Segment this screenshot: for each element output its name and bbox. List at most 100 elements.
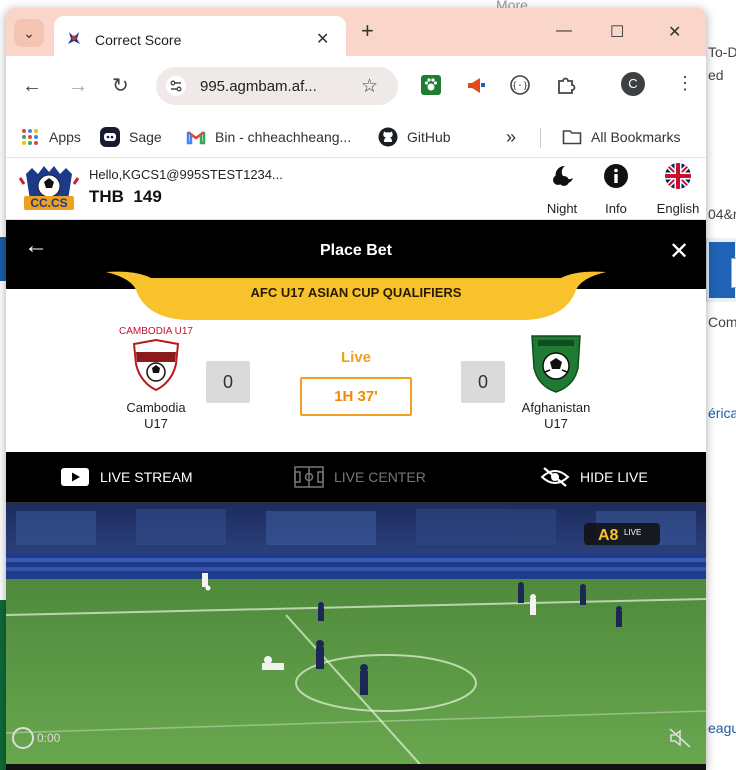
mute-speaker-icon[interactable] [668, 727, 692, 749]
live-center-button[interactable]: LIVE CENTER [294, 466, 426, 488]
all-bookmarks-button[interactable]: All Bookmarks [562, 126, 680, 148]
correct-score-favicon-icon [68, 32, 80, 44]
folder-icon [562, 130, 582, 145]
maximize-icon[interactable]: ☐ [610, 22, 624, 42]
tab-close-icon[interactable]: ✕ [316, 29, 329, 49]
language-button[interactable]: English [648, 162, 706, 216]
broadcast-watermark: A8 [598, 527, 619, 544]
broadcast-watermark-live: LIVE [624, 528, 641, 537]
browser-menu-icon[interactable]: ⋮ [676, 74, 694, 92]
bookmark-gmail[interactable]: Bin - chheachheang... [186, 126, 351, 148]
browser-toolbar: ← → ↻ 995.agmbam.af... ☆ {·} C ⋮ [6, 56, 706, 116]
bookmark-github[interactable]: GitHub [378, 126, 451, 148]
back-arrow-icon[interactable]: ← [22, 76, 42, 96]
bookmark-sage[interactable]: Sage [100, 126, 162, 148]
tab-search-dropdown[interactable]: ⌄ [14, 19, 44, 47]
profile-avatar[interactable]: C [621, 72, 645, 96]
devtools-extension-icon[interactable]: {·} [509, 74, 531, 96]
close-icon[interactable]: ✕ [669, 240, 689, 264]
svg-text:CC.CS: CC.CS [30, 196, 67, 210]
bookmark-label: Sage [129, 129, 162, 145]
live-options-bar: LIVE STREAM LIVE CENTER HIDE LIVE [6, 452, 706, 502]
apps-grid-icon [22, 129, 38, 145]
away-name-line2: U17 [544, 416, 568, 431]
close-window-icon[interactable]: ✕ [668, 22, 681, 42]
background-text-2: ed [708, 67, 724, 83]
cccs-logo[interactable]: CC.CS [18, 164, 80, 216]
hide-live-button[interactable]: HIDE LIVE [540, 466, 648, 488]
live-stream-button[interactable]: LIVE STREAM [60, 466, 193, 488]
video-time: 0:00 [37, 731, 61, 745]
github-icon [378, 127, 398, 147]
away-score: 0 [461, 361, 505, 403]
user-greeting: Hello,KGCS1@995STEST1234... [89, 167, 283, 182]
new-tab-button[interactable]: + [361, 20, 374, 42]
match-time: 1H 37' [300, 377, 412, 416]
balance-display: THB 149 [89, 187, 162, 207]
bookmark-label: Apps [49, 129, 81, 145]
competition-name: AFC U17 ASIAN CUP QUALIFIERS [250, 285, 462, 300]
balance-amount: 149 [133, 187, 162, 206]
all-bookmarks-label: All Bookmarks [591, 129, 681, 145]
address-bar[interactable]: 995.agmbam.af... ☆ [156, 67, 398, 105]
play-pause-icon[interactable] [12, 727, 34, 749]
bookmarks-overflow-button[interactable]: » [506, 126, 516, 148]
reload-icon[interactable]: ↻ [112, 76, 129, 96]
info-label: Info [605, 201, 627, 216]
bookmarks-divider [540, 128, 541, 148]
svg-text:{·}: {·} [512, 82, 528, 92]
afghanistan-crest-icon [531, 335, 581, 393]
away-team-name: Afghanistan U17 [511, 400, 601, 432]
gmail-icon [186, 131, 206, 145]
night-label: Night [546, 201, 578, 216]
tab-bar: ⌄ Correct Score ✕ + — ☐ ✕ [6, 8, 706, 56]
background-thumbnail [706, 238, 736, 302]
bookmarks-bar: Apps Sage Bin - chheachheang... GitHub »… [6, 116, 706, 158]
bookmark-apps[interactable]: Apps [20, 126, 81, 148]
url-text: 995.agmbam.af... [200, 78, 317, 95]
bottom-edge-bar [6, 764, 706, 770]
info-button[interactable]: Info [586, 162, 646, 216]
away-team: Afghanistan U17 [511, 330, 601, 432]
chevron-down-icon: ⌄ [23, 24, 35, 41]
bookmark-label: Bin - chheachheang... [215, 129, 352, 145]
minimize-icon[interactable]: — [556, 22, 572, 40]
bookmark-star-icon[interactable]: ☆ [361, 75, 378, 98]
eye-slash-icon [540, 467, 570, 487]
browser-window: ⌄ Correct Score ✕ + — ☐ ✕ ← → ↻ 995.agmb… [6, 8, 706, 770]
background-text-3: 04&r [708, 206, 736, 222]
extension-paw-icon[interactable] [420, 74, 442, 96]
background-text-5: érica [708, 405, 736, 421]
live-video-player[interactable]: A8 LIVE 0:00 [6, 502, 706, 770]
bookmark-label: GitHub [407, 129, 451, 145]
forward-arrow-icon[interactable]: → [68, 76, 88, 96]
active-tab[interactable]: Correct Score ✕ [54, 16, 346, 56]
match-score-panel: CAMBODIA U17 Cambodia U17 0 Live 1H 37' … [6, 313, 706, 452]
live-center-label: LIVE CENTER [334, 469, 426, 485]
uk-flag-icon [665, 163, 691, 189]
night-mode-button[interactable]: Night [532, 162, 592, 216]
home-team: CAMBODIA U17 Cambodia U17 [111, 326, 201, 432]
home-score: 0 [206, 361, 250, 403]
pitch-icon [294, 466, 324, 488]
background-text-4: Com [708, 314, 736, 330]
hide-live-label: HIDE LIVE [580, 469, 648, 485]
away-name-line1: Afghanistan [521, 400, 591, 415]
extensions-puzzle-icon[interactable] [555, 74, 577, 96]
football-broadcast-frame: A8 LIVE [6, 503, 706, 770]
play-video-icon [61, 468, 89, 486]
sage-icon [100, 127, 120, 147]
home-name-line1: Cambodia [126, 400, 186, 415]
home-team-crest: CAMBODIA U17 [119, 326, 193, 394]
home-team-name: Cambodia U17 [111, 400, 201, 432]
site-info-icon[interactable] [166, 76, 186, 96]
site-header: CC.CS Hello,KGCS1@995STEST1234... THB 14… [6, 158, 706, 220]
match-status: Live [340, 349, 371, 366]
background-text-1: To-D [708, 44, 736, 60]
place-bet-title: Place Bet [319, 242, 393, 259]
background-text-6: eagu [708, 720, 736, 736]
away-team-crest [526, 330, 586, 394]
language-label: English [656, 201, 700, 216]
cambodia-crest-icon [132, 338, 180, 392]
megaphone-extension-icon[interactable] [465, 74, 487, 96]
